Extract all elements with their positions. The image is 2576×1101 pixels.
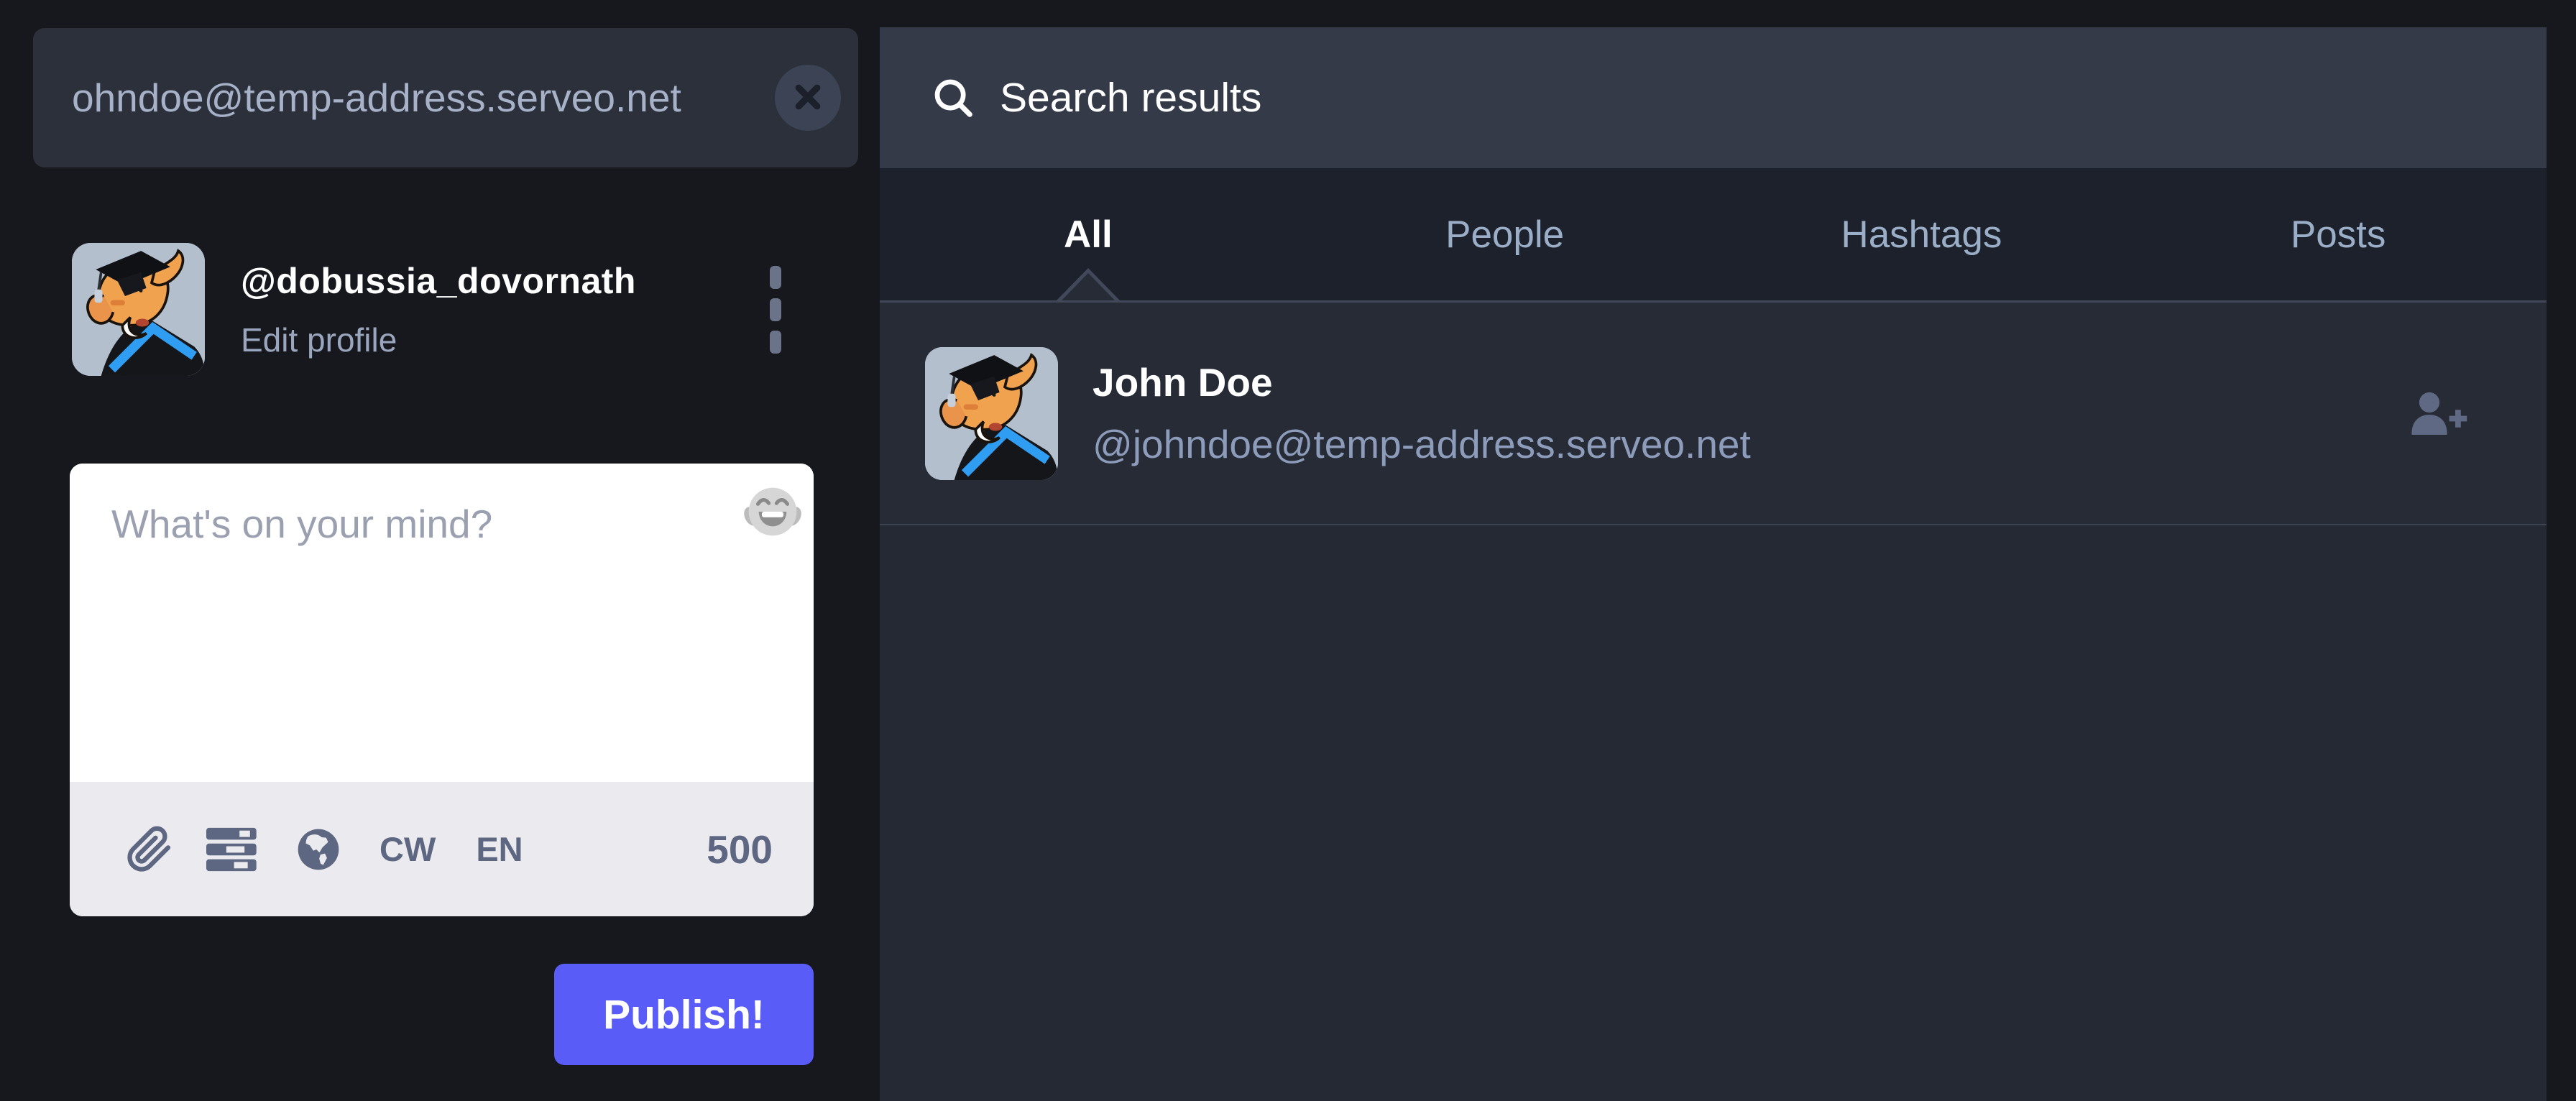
compose-drawer: @dobussia_dovornath Edit profile [0, 0, 880, 1101]
compose-form: CW EN 500 [70, 464, 814, 916]
ellipsis-vertical-icon [770, 265, 781, 289]
edit-profile-link[interactable]: Edit profile [241, 321, 397, 359]
elephant-graduate-icon [72, 243, 205, 376]
compose-textarea[interactable] [70, 464, 814, 782]
follow-button[interactable] [2407, 387, 2469, 439]
emoji-picker-button[interactable] [742, 481, 804, 543]
publish-row: Publish! [70, 964, 814, 1065]
character-counter: 500 [707, 826, 773, 872]
result-text: John Doe @johndoe@temp-address.serveo.ne… [1092, 359, 1751, 467]
poll-bars-icon [206, 827, 257, 871]
tab-posts[interactable]: Posts [2130, 168, 2547, 300]
profile-avatar[interactable] [72, 243, 205, 376]
column-header[interactable]: Search results [880, 27, 2547, 168]
content-warning-button[interactable]: CW [380, 829, 436, 869]
user-plus-icon [2411, 392, 2467, 435]
privacy-button[interactable] [294, 825, 343, 874]
results-empty-area [880, 525, 2547, 1101]
search-tabs: All People Hashtags Posts [880, 168, 2547, 303]
compose-toolbar: CW EN 500 [70, 782, 814, 916]
globe-icon [298, 829, 339, 870]
add-poll-button[interactable] [206, 826, 261, 872]
result-avatar[interactable] [925, 346, 1058, 480]
tab-people[interactable]: People [1297, 168, 1714, 300]
search-results-column: Search results All People Hashtags Posts [880, 0, 2547, 1101]
column-title: Search results [1000, 75, 1262, 121]
clear-search-button[interactable] [775, 65, 841, 131]
result-display-name: John Doe [1092, 360, 1273, 405]
x-icon [792, 81, 824, 115]
publish-button[interactable]: Publish! [554, 964, 814, 1065]
search-icon [934, 79, 972, 117]
joy-emoji-icon [744, 487, 801, 536]
compose-textarea-wrap [70, 464, 814, 782]
search-input[interactable] [33, 28, 858, 167]
paperclip-icon [127, 826, 171, 872]
profile-username: @dobussia_dovornath [241, 260, 636, 301]
result-handle: @johndoe@temp-address.serveo.net [1092, 422, 1751, 466]
profile-text: @dobussia_dovornath Edit profile [241, 260, 636, 359]
app-root: @dobussia_dovornath Edit profile [0, 0, 2576, 1101]
tab-all[interactable]: All [880, 168, 1297, 300]
more-options-button[interactable] [763, 259, 788, 361]
search-box [33, 28, 858, 167]
elephant-graduate-icon [925, 346, 1058, 480]
tab-hashtags[interactable]: Hashtags [1714, 168, 2130, 300]
language-button[interactable]: EN [476, 829, 523, 869]
attach-media-button[interactable] [126, 826, 173, 873]
profile-row: @dobussia_dovornath Edit profile [0, 243, 880, 376]
search-result-row[interactable]: John Doe @johndoe@temp-address.serveo.ne… [880, 303, 2547, 525]
